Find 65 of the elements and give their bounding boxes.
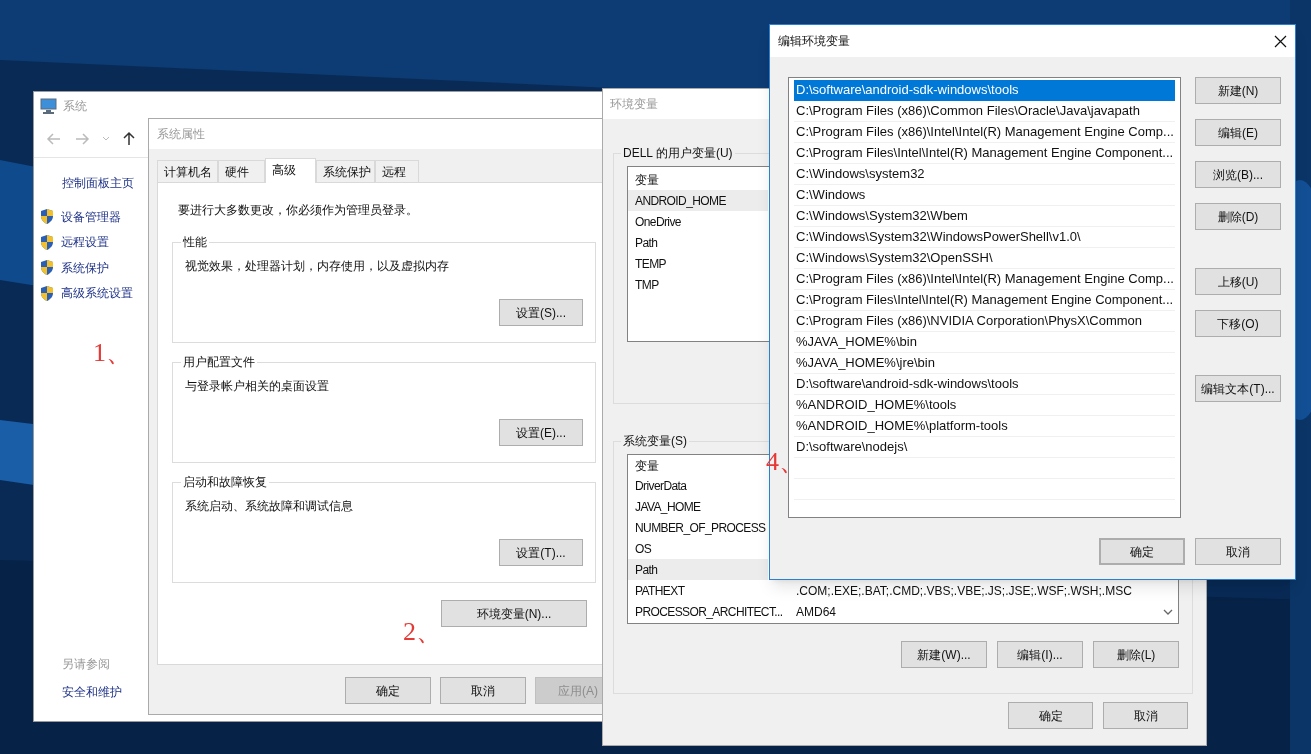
forward-icon bbox=[74, 131, 90, 146]
window-title: 系统 bbox=[63, 98, 87, 115]
list-row[interactable]: ANDROID_HOME bbox=[628, 190, 768, 211]
group-description: 视觉效果，处理器计划，内存使用，以及虚拟内存 bbox=[185, 258, 449, 275]
group-title: 性能 bbox=[182, 234, 208, 251]
list-row[interactable]: Path bbox=[628, 559, 768, 580]
dialog-button[interactable]: 取消 bbox=[1195, 538, 1281, 565]
caret-icon bbox=[102, 136, 110, 141]
side-button[interactable]: 下移(O) bbox=[1195, 310, 1281, 337]
tab[interactable]: 系统保护 bbox=[316, 160, 375, 182]
path-entry[interactable]: D:\software\android-sdk-windows\tools bbox=[794, 80, 1175, 101]
settings-button[interactable]: 设置(T)... bbox=[499, 539, 583, 566]
list-button[interactable]: 删除(L) bbox=[1093, 641, 1179, 668]
window-title: 环境变量 bbox=[610, 96, 658, 113]
settings-button[interactable]: 设置(E)... bbox=[499, 419, 583, 446]
up-icon bbox=[122, 131, 136, 146]
environment-variables-button[interactable]: 环境变量(N)... bbox=[441, 600, 587, 627]
computer-icon bbox=[40, 98, 57, 114]
group-description: 与登录帐户相关的桌面设置 bbox=[185, 378, 329, 395]
side-button[interactable]: 编辑(E) bbox=[1195, 119, 1281, 146]
shield-icon bbox=[40, 284, 54, 302]
tab[interactable]: 远程 bbox=[375, 160, 419, 182]
dialog-button[interactable]: 确定 bbox=[345, 677, 431, 704]
dialog-button[interactable]: 确定 bbox=[1099, 538, 1185, 565]
admin-note: 要进行大多数更改，你必须作为管理员登录。 bbox=[178, 202, 418, 219]
group-title: 用户配置文件 bbox=[182, 354, 256, 371]
side-button[interactable]: 上移(U) bbox=[1195, 268, 1281, 295]
back-icon bbox=[46, 131, 62, 146]
sidebar-link[interactable]: 高级系统设置 bbox=[61, 284, 133, 303]
window-title: 编辑环境变量 bbox=[778, 33, 850, 50]
section-heading: 另请参阅 bbox=[62, 656, 110, 673]
dialog-button[interactable]: 取消 bbox=[440, 677, 526, 704]
sidebar-link[interactable]: 设备管理器 bbox=[61, 207, 121, 226]
dialog-button[interactable]: 取消 bbox=[1103, 702, 1188, 729]
sidebar-link[interactable]: 远程设置 bbox=[61, 233, 109, 252]
shield-icon bbox=[40, 208, 54, 226]
shield-icon bbox=[40, 233, 54, 251]
scroll-down-icon bbox=[1163, 609, 1173, 615]
column-header: 变量 bbox=[635, 458, 659, 475]
list-button[interactable]: 编辑(I)... bbox=[997, 641, 1083, 668]
group-title: DELL 的用户变量(U) bbox=[622, 145, 734, 162]
tab[interactable]: 硬件 bbox=[218, 160, 265, 182]
side-button[interactable]: 删除(D) bbox=[1195, 203, 1281, 230]
tab[interactable]: 计算机名 bbox=[157, 160, 218, 182]
sidebar-link[interactable]: 系统保护 bbox=[61, 258, 109, 277]
close-icon bbox=[1274, 34, 1287, 48]
variable-value: AMD64 bbox=[796, 603, 836, 621]
group-title: 启动和故障恢复 bbox=[182, 474, 268, 491]
home-link[interactable]: 控制面板主页 bbox=[62, 174, 134, 192]
side-button[interactable]: 新建(N) bbox=[1195, 77, 1281, 104]
variable-value: .COM;.EXE;.BAT;.CMD;.VBS;.VBE;.JS;.JSE;.WSF;.WSH;.MSC bbox=[796, 582, 1132, 600]
sidebar-link[interactable]: 安全和维护 bbox=[62, 683, 122, 701]
tab[interactable]: 高级 bbox=[265, 158, 316, 183]
annotation: 1、 bbox=[93, 337, 132, 369]
group-title: 系统变量(S) bbox=[622, 433, 688, 450]
settings-button[interactable]: 设置(S)... bbox=[499, 299, 583, 326]
side-button[interactable]: 浏览(B)... bbox=[1195, 161, 1281, 188]
side-button[interactable]: 编辑文本(T)... bbox=[1195, 375, 1281, 402]
group-description: 系统启动、系统故障和调试信息 bbox=[185, 498, 353, 515]
column-header: 变量 bbox=[635, 171, 659, 189]
shield-icon bbox=[40, 259, 54, 277]
window-title: 系统属性 bbox=[157, 126, 205, 143]
dialog-button[interactable]: 确定 bbox=[1008, 702, 1093, 729]
list-button[interactable]: 新建(W)... bbox=[901, 641, 987, 668]
annotation: 2、 bbox=[403, 616, 442, 648]
